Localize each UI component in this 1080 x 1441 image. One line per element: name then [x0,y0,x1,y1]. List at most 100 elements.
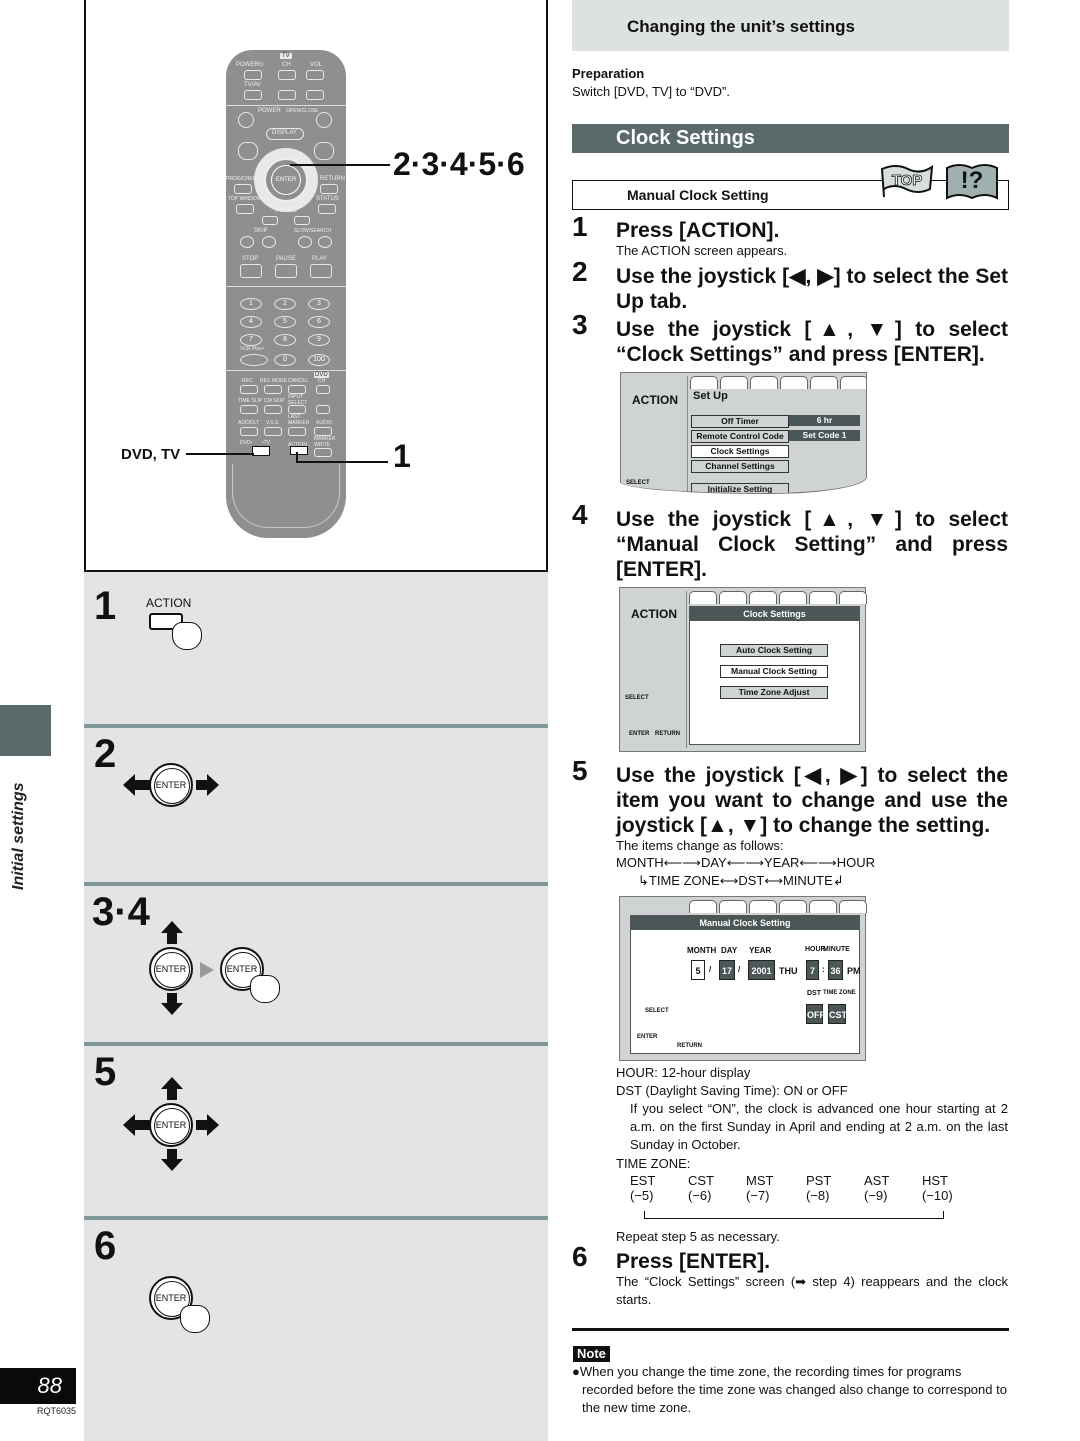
time-zone-name: CST [688,1173,714,1188]
dvd-tv-switch[interactable] [252,446,270,456]
menu-button[interactable] [314,142,334,160]
preparation-title: Preparation [572,66,645,81]
osd-item-manual-clock[interactable]: Manual Clock Setting [720,665,828,678]
osd-item-auto-clock[interactable]: Auto Clock Setting [720,644,828,657]
dvd-ch-up-button[interactable] [316,385,330,394]
open-close-button[interactable] [316,112,332,128]
month-field[interactable]: 5 [691,960,705,980]
play-button[interactable] [310,264,332,278]
osd-tab-setup[interactable] [689,591,717,604]
osd-row-channel-settings[interactable]: Channel Settings [691,460,789,473]
osd-tab-setup[interactable] [689,900,717,913]
osd-tab[interactable] [720,376,748,389]
osd-tab[interactable] [809,591,837,604]
osd-tab[interactable] [749,900,777,913]
number-key[interactable]: 5 [274,316,296,328]
top-menu-button[interactable] [238,142,258,160]
top-flag-icon: TOP [880,165,934,198]
osd-tab[interactable] [719,591,747,604]
step-number: 1 [572,211,588,242]
callout-line-action [296,461,388,463]
cm-skip-button[interactable] [264,405,282,414]
status-button[interactable] [318,204,336,214]
osd-tab[interactable] [839,591,867,604]
skip-forward-button[interactable] [262,236,276,248]
osd-tab[interactable] [840,376,866,389]
number-key[interactable]: 4 [240,316,262,328]
frame-forward-button[interactable] [294,216,310,225]
number-key[interactable]: 8 [274,334,296,346]
osd-row-remote-code[interactable]: Remote Control Code [691,430,789,443]
time-slip-button[interactable] [240,405,258,414]
tv-av-button[interactable] [244,90,262,100]
rec-mode-label: REC MODE [260,378,287,384]
pause-button[interactable] [275,264,297,278]
osd-tab-setup[interactable] [690,376,718,389]
top-window-button[interactable] [236,204,254,214]
top-window-label: TOP WINDOW [228,196,262,202]
rec-mode-button[interactable] [264,385,282,394]
enter-button[interactable]: ENTER [271,165,301,195]
power-button[interactable] [238,112,254,128]
osd-row-initialize[interactable]: Initialize Setting [691,483,789,493]
weekday-label: THU [779,966,798,976]
panel-number: 6 [94,1224,117,1268]
vol-down-button[interactable] [306,90,324,100]
number-key[interactable]: 3 [308,298,330,310]
time-zone-field[interactable]: CST [828,1004,847,1024]
dvd-ch-down-button[interactable] [316,405,330,414]
prog-check-button[interactable] [234,184,252,194]
osd-tab[interactable] [750,376,778,389]
number-key[interactable]: 9 [308,334,330,346]
tv-power-button[interactable] [244,70,262,80]
osd-tab[interactable] [810,376,838,389]
number-key[interactable]: 2 [274,298,296,310]
slow-back-button[interactable] [298,236,312,248]
input-select-button[interactable] [288,405,306,414]
osd-tab[interactable] [749,591,777,604]
rec-button[interactable] [240,385,258,394]
osd-row-off-timer[interactable]: Off Timer [691,415,789,428]
vcr-plus-button[interactable] [240,354,268,366]
add-dlt-button[interactable] [240,427,258,436]
stop-button[interactable] [240,264,262,278]
panel-number: 2 [94,732,117,776]
ch-up-button[interactable] [278,70,296,80]
osd-tab[interactable] [779,591,807,604]
dst-field[interactable]: OFF [806,1004,825,1024]
number-key[interactable]: 7 [240,334,262,346]
tv-label: TV [280,53,292,59]
minute-field[interactable]: 36 [828,960,843,980]
audio-button[interactable] [314,427,332,436]
slow-forward-button[interactable] [318,236,332,248]
osd-tab[interactable] [839,900,867,913]
ch-down-button[interactable] [278,90,296,100]
vol-up-button[interactable] [306,70,324,80]
action-button[interactable] [290,446,308,455]
panel-number: 1 [94,584,117,628]
number-key[interactable]: 0 [274,354,296,366]
osd-item-time-zone-adjust[interactable]: Time Zone Adjust [720,686,828,699]
osd-row-clock-settings[interactable]: Clock Settings [691,445,789,458]
cancel-button[interactable] [288,385,306,394]
last-marker-button[interactable] [288,427,306,436]
return-button[interactable] [320,184,338,194]
return-arrow-icon: ↳ [638,873,649,888]
hour-field[interactable]: 7 [806,960,819,980]
vss-button[interactable] [264,427,282,436]
marker-write-button[interactable] [314,448,332,457]
year-field[interactable]: 2001 [748,960,775,980]
osd-tab[interactable] [809,900,837,913]
osd-tab[interactable] [719,900,747,913]
osd-tab[interactable] [779,900,807,913]
item-cycle-row-2: ↳TIME ZONE⟷DST⟷MINUTE↲ [638,873,844,889]
day-field[interactable]: 17 [719,960,735,980]
cm-skip-label: CM SKIP [264,398,285,404]
skip-back-button[interactable] [240,236,254,248]
number-key[interactable]: 1 [240,298,262,310]
number-key[interactable]: 6 [308,316,330,328]
pointing-hand-icon [250,975,280,1003]
number-key[interactable]: 100 [308,354,330,366]
frame-back-button[interactable] [262,216,278,225]
osd-tab[interactable] [780,376,808,389]
